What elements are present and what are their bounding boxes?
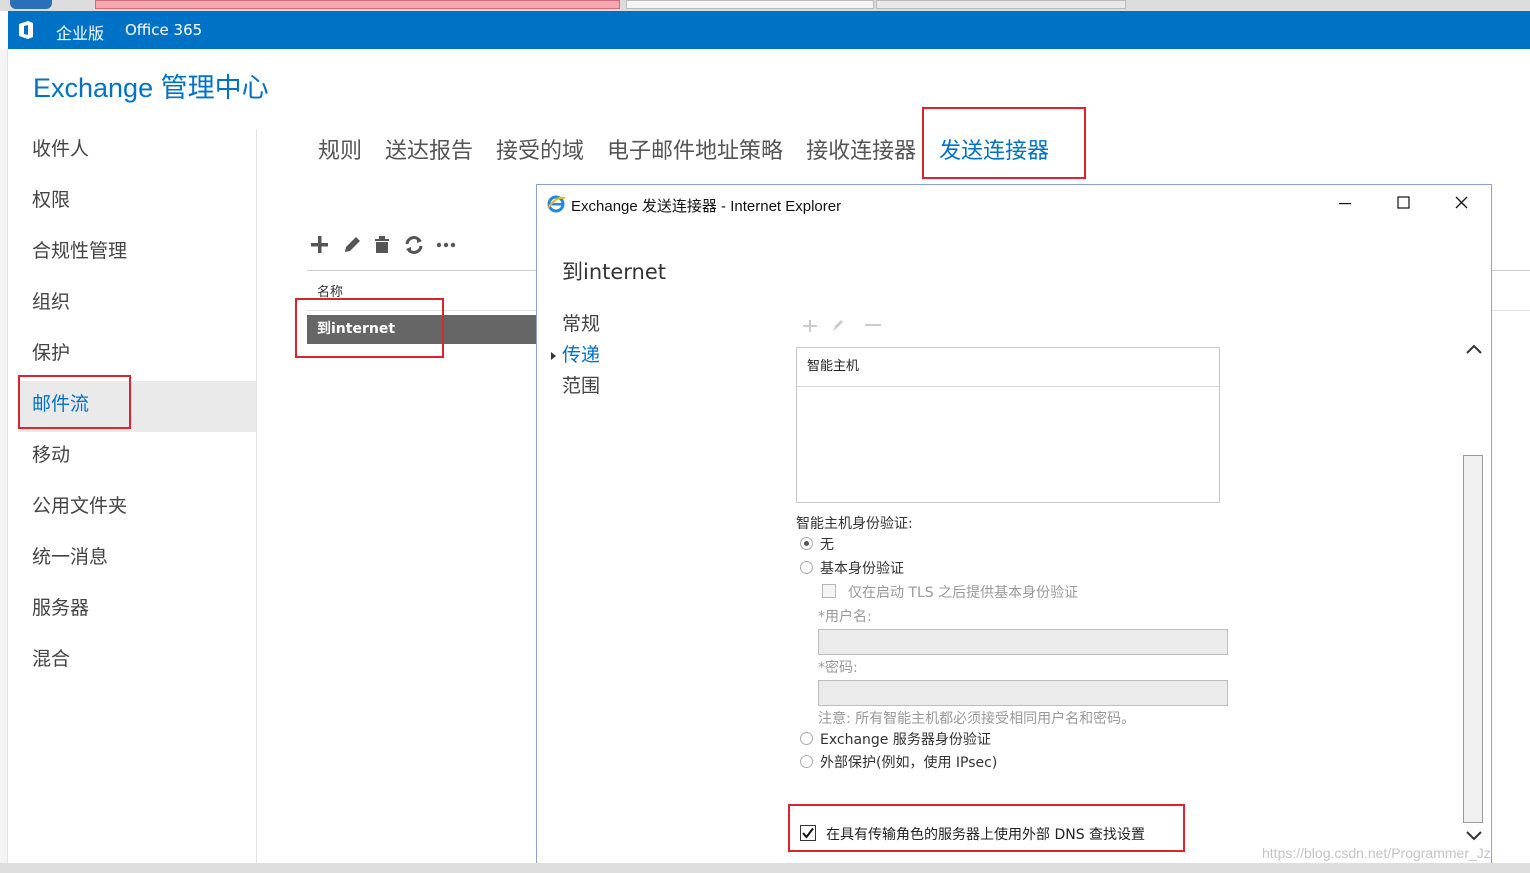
dialog-scrollbar[interactable] (1463, 455, 1483, 823)
radio-auth-external-label: 外部保护(例如，使用 IPsec) (820, 755, 998, 771)
chevron-down-icon[interactable] (1464, 826, 1484, 846)
send-connector-dialog: Exchange 发送连接器 - Internet Explorer 到inte… (536, 184, 1492, 873)
internet-explorer-icon (547, 195, 566, 213)
product-label[interactable]: Office 365 (125, 21, 202, 39)
password-input[interactable] (818, 680, 1228, 706)
tab-accepted-domains[interactable]: 接受的域 (496, 139, 584, 164)
nav-item-recipients[interactable]: 收件人 (18, 126, 256, 177)
nav-item-permissions[interactable]: 权限 (18, 177, 256, 228)
nav-item-servers[interactable]: 服务器 (18, 585, 256, 636)
nav-item-unified-messaging[interactable]: 统一消息 (18, 534, 256, 585)
checkbox-disabled-icon (822, 584, 836, 598)
minimize-icon[interactable] (1330, 191, 1360, 215)
dialog-nav: 常规 传递 范围 (551, 309, 601, 402)
highlight-box-mail-flow (18, 375, 131, 429)
nav-item-public-folders[interactable]: 公用文件夹 (18, 483, 256, 534)
office-logo-icon[interactable] (16, 20, 36, 40)
highlight-box-send-connectors-tab (922, 107, 1086, 179)
chevron-up-icon[interactable] (1464, 339, 1484, 359)
browser-tab[interactable] (95, 0, 620, 9)
highlight-box-dns-setting (788, 804, 1185, 852)
username-input[interactable] (818, 629, 1228, 655)
radio-selected-icon (800, 537, 813, 550)
credentials-note: 注意: 所有智能主机都必须接受相同用户名和密码。 (818, 711, 1136, 727)
radio-unselected-icon (800, 732, 813, 745)
suite-bar: 企业版 Office 365 (8, 11, 1530, 49)
edit-pencil-icon[interactable] (340, 232, 364, 258)
nav-item-organization[interactable]: 组织 (18, 279, 256, 330)
radio-auth-none-label: 无 (820, 537, 834, 553)
dialog-nav-delivery-label: 传递 (562, 344, 601, 366)
nav-divider (256, 130, 257, 865)
dialog-heading: 到internet (562, 260, 667, 284)
delete-trash-icon[interactable] (370, 232, 394, 258)
dialog-nav-scope[interactable]: 范围 (562, 371, 600, 402)
username-label: *用户名: (818, 609, 872, 625)
smarthost-auth-label: 智能主机身份验证: (796, 516, 913, 532)
browser-tab[interactable] (10, 0, 52, 9)
add-icon[interactable] (308, 232, 332, 258)
bottom-scrollbar[interactable] (0, 863, 1530, 873)
smarthost-header: 智能主机 (797, 348, 1219, 387)
checkbox-basic-after-tls-label: 仅在启动 TLS 之后提供基本身份验证 (848, 585, 1079, 601)
nav-item-mobile[interactable]: 移动 (18, 432, 256, 483)
password-label: *密码: (818, 660, 858, 676)
nav-item-hybrid[interactable]: 混合 (18, 636, 256, 687)
window-left-edge (0, 49, 8, 873)
browser-tab-strip (0, 0, 1530, 11)
close-icon[interactable] (1446, 191, 1476, 215)
radio-unselected-icon (800, 561, 813, 574)
edition-label[interactable]: 企业版 (56, 20, 104, 44)
smarthost-toolbar-faded (803, 320, 881, 332)
dialog-nav-delivery[interactable]: 传递 (551, 340, 601, 371)
tab-email-address-policies[interactable]: 电子邮件地址策略 (607, 139, 783, 164)
browser-tab[interactable] (876, 0, 1126, 9)
radio-auth-exchange-label: Exchange 服务器身份验证 (820, 732, 991, 748)
tab-rules[interactable]: 规则 (318, 139, 362, 164)
tab-receive-connectors[interactable]: 接收连接器 (806, 139, 916, 164)
radio-auth-basic-label: 基本身份验证 (820, 561, 904, 577)
highlight-box-selected-row (295, 298, 444, 358)
nav-item-protection[interactable]: 保护 (18, 330, 256, 381)
watermark: https://blog.csdn.net/Programmer_Jz (1262, 845, 1491, 861)
dialog-nav-general[interactable]: 常规 (562, 309, 600, 340)
dialog-window-title: Exchange 发送连接器 - Internet Explorer (571, 198, 842, 215)
page-title: Exchange 管理中心 (33, 73, 269, 103)
smarthost-list[interactable]: 智能主机 (796, 347, 1220, 503)
nav-item-compliance[interactable]: 合规性管理 (18, 228, 256, 279)
more-options-icon[interactable] (434, 232, 458, 258)
radio-unselected-icon (800, 755, 813, 768)
tab-delivery-reports[interactable]: 送达报告 (385, 139, 473, 164)
browser-tab[interactable] (626, 0, 874, 9)
caret-right-icon (551, 352, 556, 360)
refresh-icon[interactable] (402, 232, 426, 258)
maximize-icon[interactable] (1388, 191, 1418, 215)
